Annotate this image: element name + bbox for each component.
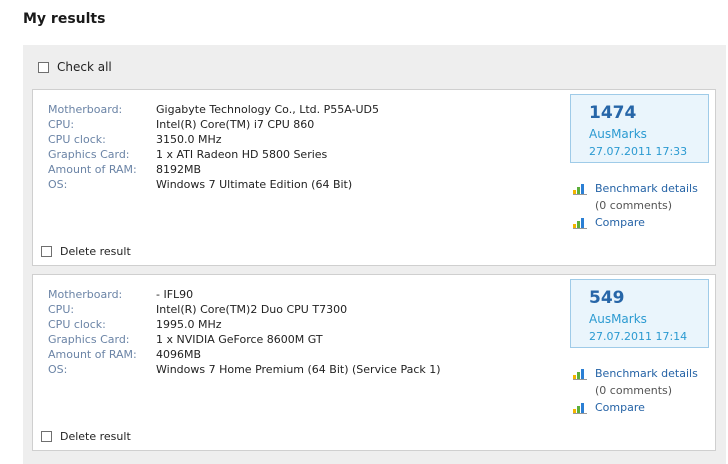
benchmark-details-link[interactable]: Benchmark details — [573, 365, 698, 382]
benchmark-details-link[interactable]: Benchmark details — [573, 180, 698, 197]
result-links: Benchmark details (0 comments) Compare — [573, 365, 698, 416]
benchmark-details-label[interactable]: Benchmark details — [595, 182, 698, 195]
spec-value: 3150.0 MHz — [156, 133, 222, 146]
spec-list: Motherboard: Gigabyte Technology Co., Ltd… — [48, 102, 379, 192]
page-title: My results — [23, 11, 106, 27]
spec-row-cpu-clock: CPU clock: 1995.0 MHz — [48, 317, 441, 332]
score-unit: AusMarks — [589, 127, 647, 141]
spec-value: - IFL90 — [156, 288, 194, 301]
spec-row-os: OS: Windows 7 Home Premium (64 Bit) (Serv… — [48, 362, 441, 377]
spec-label: CPU: — [48, 303, 75, 316]
result-card: Motherboard: - IFL90 CPU: Intel(R) Core(TM… — [32, 274, 716, 451]
check-all-label: Check all — [57, 60, 112, 74]
benchmark-details-label[interactable]: Benchmark details — [595, 367, 698, 380]
spec-row-cpu: CPU: Intel(R) Core(TM) i7 CPU 860 — [48, 117, 379, 132]
spec-label: OS: — [48, 363, 68, 376]
compare-label[interactable]: Compare — [595, 401, 645, 414]
result-links: Benchmark details (0 comments) Compare — [573, 180, 698, 231]
spec-label: Motherboard: — [48, 103, 123, 116]
spec-row-ram: Amount of RAM: 8192MB — [48, 162, 379, 177]
spec-label: CPU clock: — [48, 318, 106, 331]
compare-link[interactable]: Compare — [573, 214, 698, 231]
spec-value: 1 x ATI Radeon HD 5800 Series — [156, 148, 328, 161]
score-box: 549 AusMarks 27.07.2011 17:14 — [570, 279, 709, 348]
spec-row-motherboard: Motherboard: - IFL90 — [48, 287, 441, 302]
delete-result[interactable]: Delete result — [41, 245, 131, 258]
spec-row-graphics: Graphics Card: 1 x NVIDIA GeForce 8600M G… — [48, 332, 441, 347]
spec-label: Graphics Card: — [48, 333, 130, 346]
spec-label: CPU: — [48, 118, 75, 131]
spec-row-os: OS: Windows 7 Ultimate Edition (64 Bit) — [48, 177, 379, 192]
bar-chart-icon — [573, 368, 587, 380]
spec-label: Amount of RAM: — [48, 163, 137, 176]
spec-label: Motherboard: — [48, 288, 123, 301]
delete-result[interactable]: Delete result — [41, 430, 131, 443]
spec-value: Gigabyte Technology Co., Ltd. P55A-UD5 — [156, 103, 380, 116]
result-date: 27.07.2011 17:14 — [589, 330, 688, 343]
compare-label[interactable]: Compare — [595, 216, 645, 229]
spec-value: Intel(R) Core(TM)2 Duo CPU T7300 — [156, 303, 348, 316]
spec-row-ram: Amount of RAM: 4096MB — [48, 347, 441, 362]
spec-row-motherboard: Motherboard: Gigabyte Technology Co., Ltd… — [48, 102, 379, 117]
spec-value: 4096MB — [156, 348, 202, 361]
spec-value: Windows 7 Ultimate Edition (64 Bit) — [156, 178, 353, 191]
spec-value: 1995.0 MHz — [156, 318, 222, 331]
spec-row-cpu-clock: CPU clock: 3150.0 MHz — [48, 132, 379, 147]
result-card: Motherboard: Gigabyte Technology Co., Ltd… — [32, 89, 716, 266]
delete-result-label: Delete result — [60, 430, 131, 443]
spec-list: Motherboard: - IFL90 CPU: Intel(R) Core(TM… — [48, 287, 441, 377]
delete-result-label: Delete result — [60, 245, 131, 258]
check-all[interactable]: Check all — [38, 60, 112, 74]
score-value: 1474 — [589, 103, 637, 123]
spec-label: CPU clock: — [48, 133, 106, 146]
spec-value: 1 x NVIDIA GeForce 8600M GT — [156, 333, 323, 346]
result-date: 27.07.2011 17:33 — [589, 145, 688, 158]
spec-label: OS: — [48, 178, 68, 191]
delete-result-checkbox[interactable] — [41, 431, 52, 442]
bar-chart-icon — [573, 183, 587, 195]
score-value: 549 — [589, 288, 625, 308]
comments-count: (0 comments) — [595, 199, 673, 212]
delete-result-checkbox[interactable] — [41, 246, 52, 257]
spec-row-graphics: Graphics Card: 1 x ATI Radeon HD 5800 Ser… — [48, 147, 379, 162]
compare-link[interactable]: Compare — [573, 399, 698, 416]
check-all-checkbox[interactable] — [38, 61, 49, 73]
spec-label: Graphics Card: — [48, 148, 130, 161]
bar-chart-icon — [573, 217, 587, 229]
score-box: 1474 AusMarks 27.07.2011 17:33 — [570, 94, 709, 163]
spec-label: Amount of RAM: — [48, 348, 137, 361]
score-unit: AusMarks — [589, 312, 647, 326]
spec-value: 8192MB — [156, 163, 202, 176]
bar-chart-icon — [573, 402, 587, 414]
spec-value: Intel(R) Core(TM) i7 CPU 860 — [156, 118, 315, 131]
spec-row-cpu: CPU: Intel(R) Core(TM)2 Duo CPU T7300 — [48, 302, 441, 317]
comments-count: (0 comments) — [595, 384, 673, 397]
spec-value: Windows 7 Home Premium (64 Bit) (Service… — [156, 363, 441, 376]
